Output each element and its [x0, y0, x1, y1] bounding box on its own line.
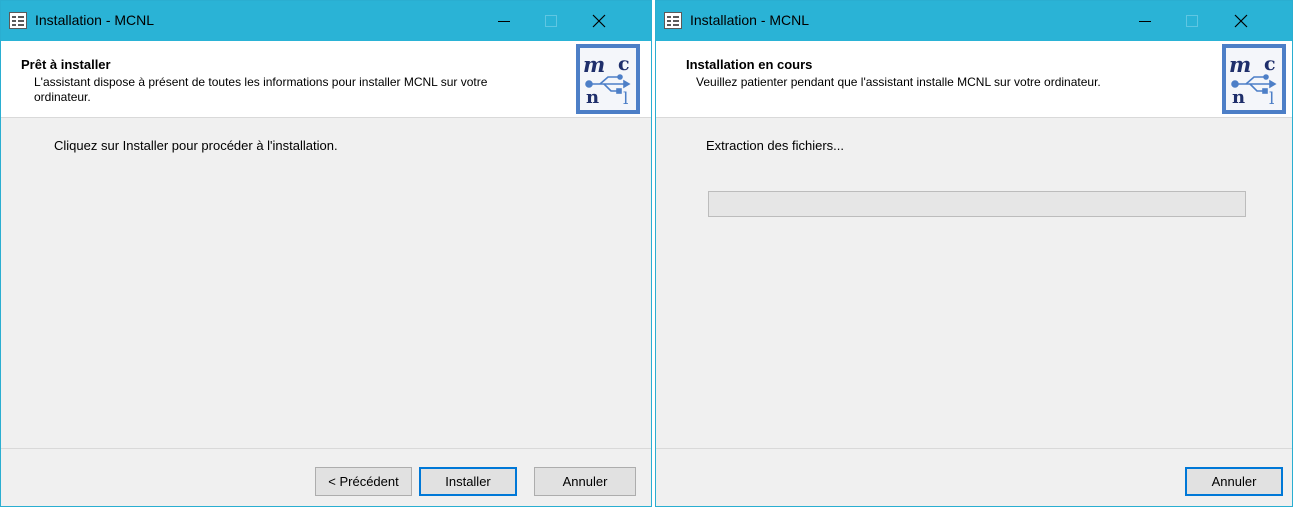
close-button[interactable] [576, 1, 622, 41]
logo-letter-c: c [618, 53, 630, 75]
back-button[interactable]: < Précédent [315, 467, 412, 496]
instruction-text: Cliquez sur Installer pour procéder à l'… [54, 138, 338, 153]
title-bar[interactable]: Installation - MCNL [656, 1, 1292, 41]
close-icon [592, 14, 606, 28]
status-text: Extraction des fichiers... [706, 138, 844, 153]
page-description: Veuillez patienter pendant que l'assista… [696, 75, 1101, 89]
mcnl-logo: m c n l [1222, 44, 1286, 114]
logo-letter-c: c [1264, 53, 1276, 75]
maximize-button [1168, 1, 1214, 41]
footer-divider [1, 448, 651, 449]
title-bar[interactable]: Installation - MCNL [1, 1, 651, 41]
logo-letter-m: m [1229, 52, 1251, 77]
close-button[interactable] [1218, 1, 1264, 41]
logo-letter-n: n [586, 87, 599, 108]
logo-letter-m: m [583, 52, 605, 77]
wizard-header: Installation en cours Veuillez patienter… [656, 41, 1292, 118]
close-icon [1234, 14, 1248, 28]
logo-letter-l: l [1269, 89, 1274, 109]
mcnl-logo: m c n l [576, 44, 640, 114]
install-button[interactable]: Installer [419, 467, 517, 496]
window-title: Installation - MCNL [35, 12, 155, 28]
installer-app-icon [9, 12, 27, 29]
page-title: Prêt à installer [21, 57, 111, 72]
cancel-button[interactable]: Annuler [1185, 467, 1283, 496]
minimize-button[interactable] [1122, 1, 1168, 41]
footer-divider [656, 448, 1292, 449]
installer-window-ready: Installation - MCNL Prêt à installer L'a… [0, 0, 652, 507]
progress-bar [708, 191, 1246, 217]
installer-window-progress: Installation - MCNL Installation en cour… [655, 0, 1293, 507]
page-description: L'assistant dispose à présent de toutes … [34, 75, 488, 104]
page-title: Installation en cours [686, 57, 813, 72]
cancel-button[interactable]: Annuler [534, 467, 636, 496]
window-title: Installation - MCNL [690, 12, 810, 28]
installer-app-icon [664, 12, 682, 29]
logo-letter-l: l [623, 89, 628, 109]
logo-letter-n: n [1232, 87, 1245, 108]
maximize-button [527, 1, 573, 41]
wizard-header: Prêt à installer L'assistant dispose à p… [1, 41, 651, 118]
minimize-button[interactable] [481, 1, 527, 41]
